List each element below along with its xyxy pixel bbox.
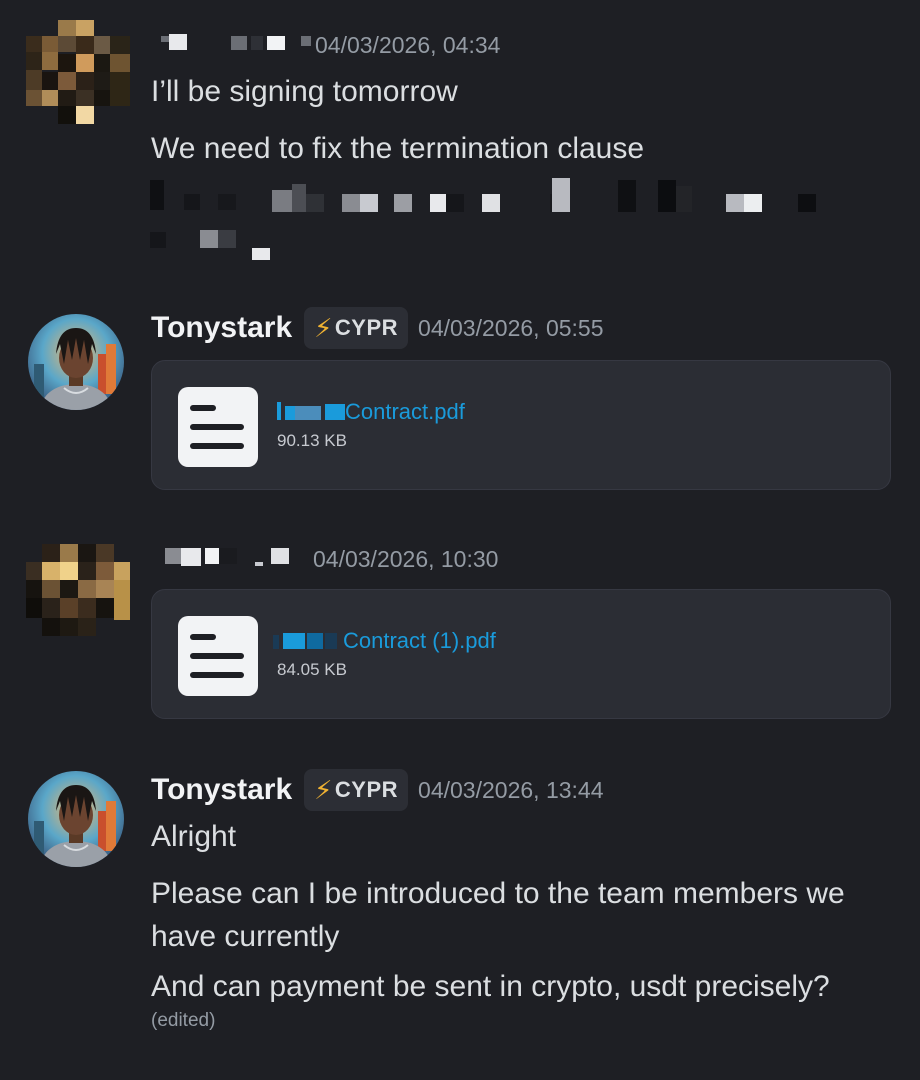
document-file-icon	[178, 616, 258, 696]
avatar-tonystark[interactable]	[28, 771, 124, 867]
guild-tag-label: CYPR	[334, 315, 399, 340]
message-text: We need to fix the termination clause	[151, 132, 645, 165]
message-header: Tonystark ⚡ CYPR 04/03/2026, 13:44	[151, 769, 604, 811]
document-file-icon	[178, 387, 258, 467]
lightning-bolt-icon: ⚡	[314, 312, 333, 343]
file-name-link[interactable]: Contract (1).pdf	[273, 628, 496, 654]
avatar-redacted[interactable]	[26, 544, 130, 648]
file-size: 84.05 KB	[277, 660, 347, 679]
timestamp: 04/03/2026, 13:44	[418, 776, 604, 803]
file-name-link[interactable]: Contract.pdf	[277, 399, 465, 425]
message-text: I’ll be signing tomorrow	[151, 75, 458, 108]
username[interactable]: Tonystark	[151, 311, 292, 345]
message-header: 04/03/2026, 04:34	[151, 32, 500, 59]
redacted-username	[151, 546, 301, 573]
edited-label: (edited)	[151, 1010, 216, 1031]
file-size: 90.13 KB	[277, 431, 347, 450]
message-header: 04/03/2026, 10:30	[151, 546, 498, 573]
redacted-file-prefix	[273, 633, 337, 649]
timestamp: 04/03/2026, 04:34	[315, 32, 501, 58]
timestamp: 04/03/2026, 05:55	[418, 314, 604, 341]
lightning-bolt-icon: ⚡	[314, 774, 333, 805]
message-text: And can payment be sent in crypto, usdt …	[151, 970, 830, 1003]
guild-tag[interactable]: ⚡ CYPR	[304, 769, 409, 811]
message-text: Please can I be introduced to the team m…	[151, 877, 845, 953]
username[interactable]: Tonystark	[151, 773, 292, 807]
redacted-message-text	[148, 176, 828, 271]
message-header: Tonystark ⚡ CYPR 04/03/2026, 05:55	[151, 307, 604, 349]
avatar-tonystark[interactable]	[28, 314, 124, 410]
timestamp: 04/03/2026, 10:30	[313, 546, 499, 572]
message-text: Alright	[151, 820, 237, 853]
guild-tag-label: CYPR	[334, 777, 399, 802]
file-attachment[interactable]: Contract.pdf 90.13 KB	[151, 360, 891, 490]
redacted-file-prefix	[277, 402, 345, 420]
file-attachment[interactable]: Contract (1).pdf 84.05 KB	[151, 589, 891, 719]
redacted-username	[151, 32, 311, 59]
avatar-redacted[interactable]	[26, 20, 130, 124]
guild-tag[interactable]: ⚡ CYPR	[304, 307, 409, 349]
